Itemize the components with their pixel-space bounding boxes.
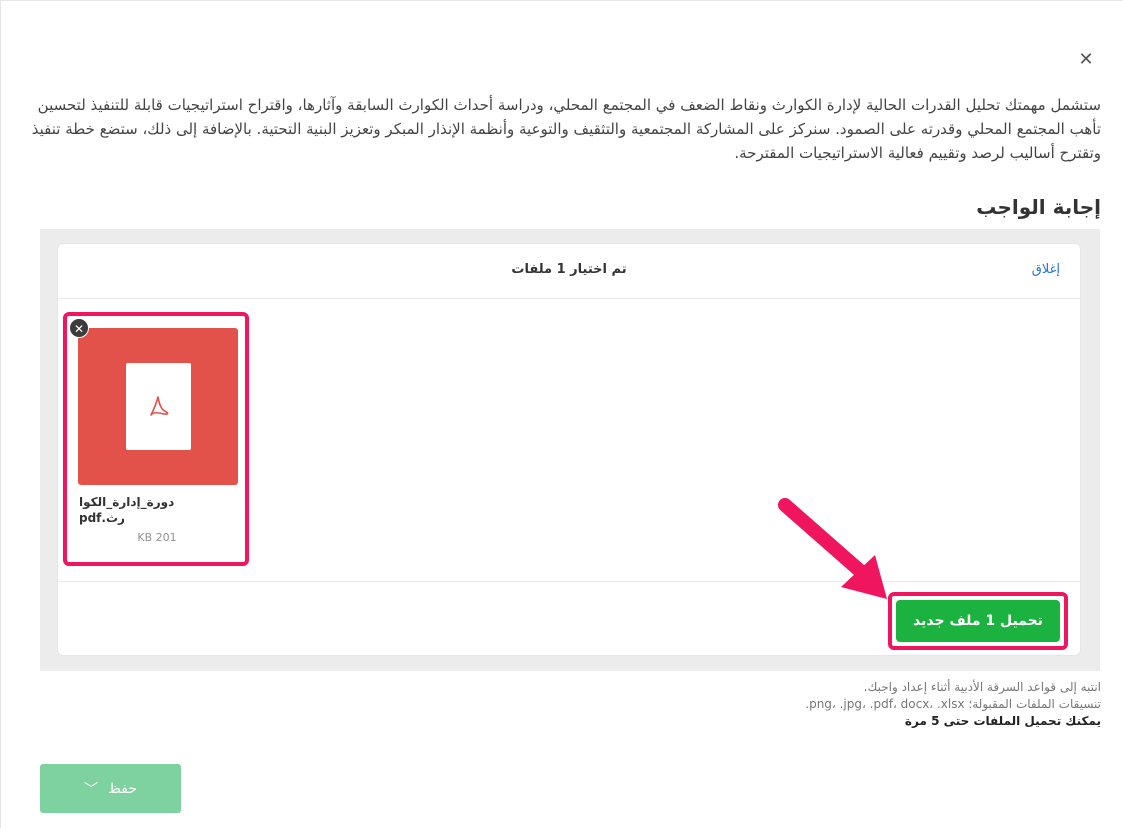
upload-notes: انتبه إلى قواعد السرقة الأدبية أثناء إعد… [501, 679, 1101, 730]
file-page [126, 363, 191, 450]
upload-dashboard: تم اختيار 1 ملفات إغلاق ✕ دورة_إدارة_الك… [58, 244, 1080, 655]
dashboard-footer: تحميل 1 ملف جديد [58, 581, 1080, 655]
file-name: دورة_إدارة_الكوا رث.pdf [79, 494, 199, 526]
chevron-down-icon: ﹀ [83, 781, 98, 798]
close-icon[interactable]: ✕ [1077, 51, 1095, 69]
file-size: KB 201 [137, 531, 177, 544]
assignment-modal: ✕ ستشمل مهمتك تحليل القدرات الحالية لإدا… [0, 0, 1123, 828]
accepted-formats-note: تنسيقات الملفات المقبولة؛ png، .jpg، .pd… [805, 697, 1101, 711]
plagiarism-note: انتبه إلى قواعد السرقة الأدبية أثناء إعد… [863, 680, 1101, 694]
assignment-description: ستشمل مهمتك تحليل القدرات الحالية لإدارة… [31, 96, 1101, 162]
upload-button-highlight: تحميل 1 ملف جديد [888, 592, 1068, 650]
pointer-arrow-icon [778, 498, 887, 599]
save-label: حفظ [107, 780, 138, 797]
save-button[interactable]: حفظ ﹀ [40, 764, 181, 813]
pdf-icon [150, 396, 169, 416]
dashboard-header: تم اختيار 1 ملفات إغلاق [58, 244, 1080, 299]
answer-section-title: إجابة الواجب [976, 195, 1101, 219]
file-name-line2: رث.pdf [79, 511, 125, 525]
remove-file-icon[interactable]: ✕ [69, 318, 89, 338]
file-thumbnail [78, 328, 238, 485]
dashboard-close-link[interactable]: إغلاق [1032, 262, 1060, 277]
upload-area: تم اختيار 1 ملفات إغلاق ✕ دورة_إدارة_الك… [40, 229, 1100, 671]
file-name-line1: دورة_إدارة_الكوا [79, 495, 175, 509]
upload-files-button[interactable]: تحميل 1 ملف جديد [896, 600, 1060, 642]
upload-limit-note: يمكنك تحميل الملفات حتى 5 مرة [904, 714, 1101, 728]
selected-files-title: تم اختيار 1 ملفات [511, 262, 627, 277]
file-card: ✕ دورة_إدارة_الكوا رث.pdf KB 201 [63, 312, 249, 566]
